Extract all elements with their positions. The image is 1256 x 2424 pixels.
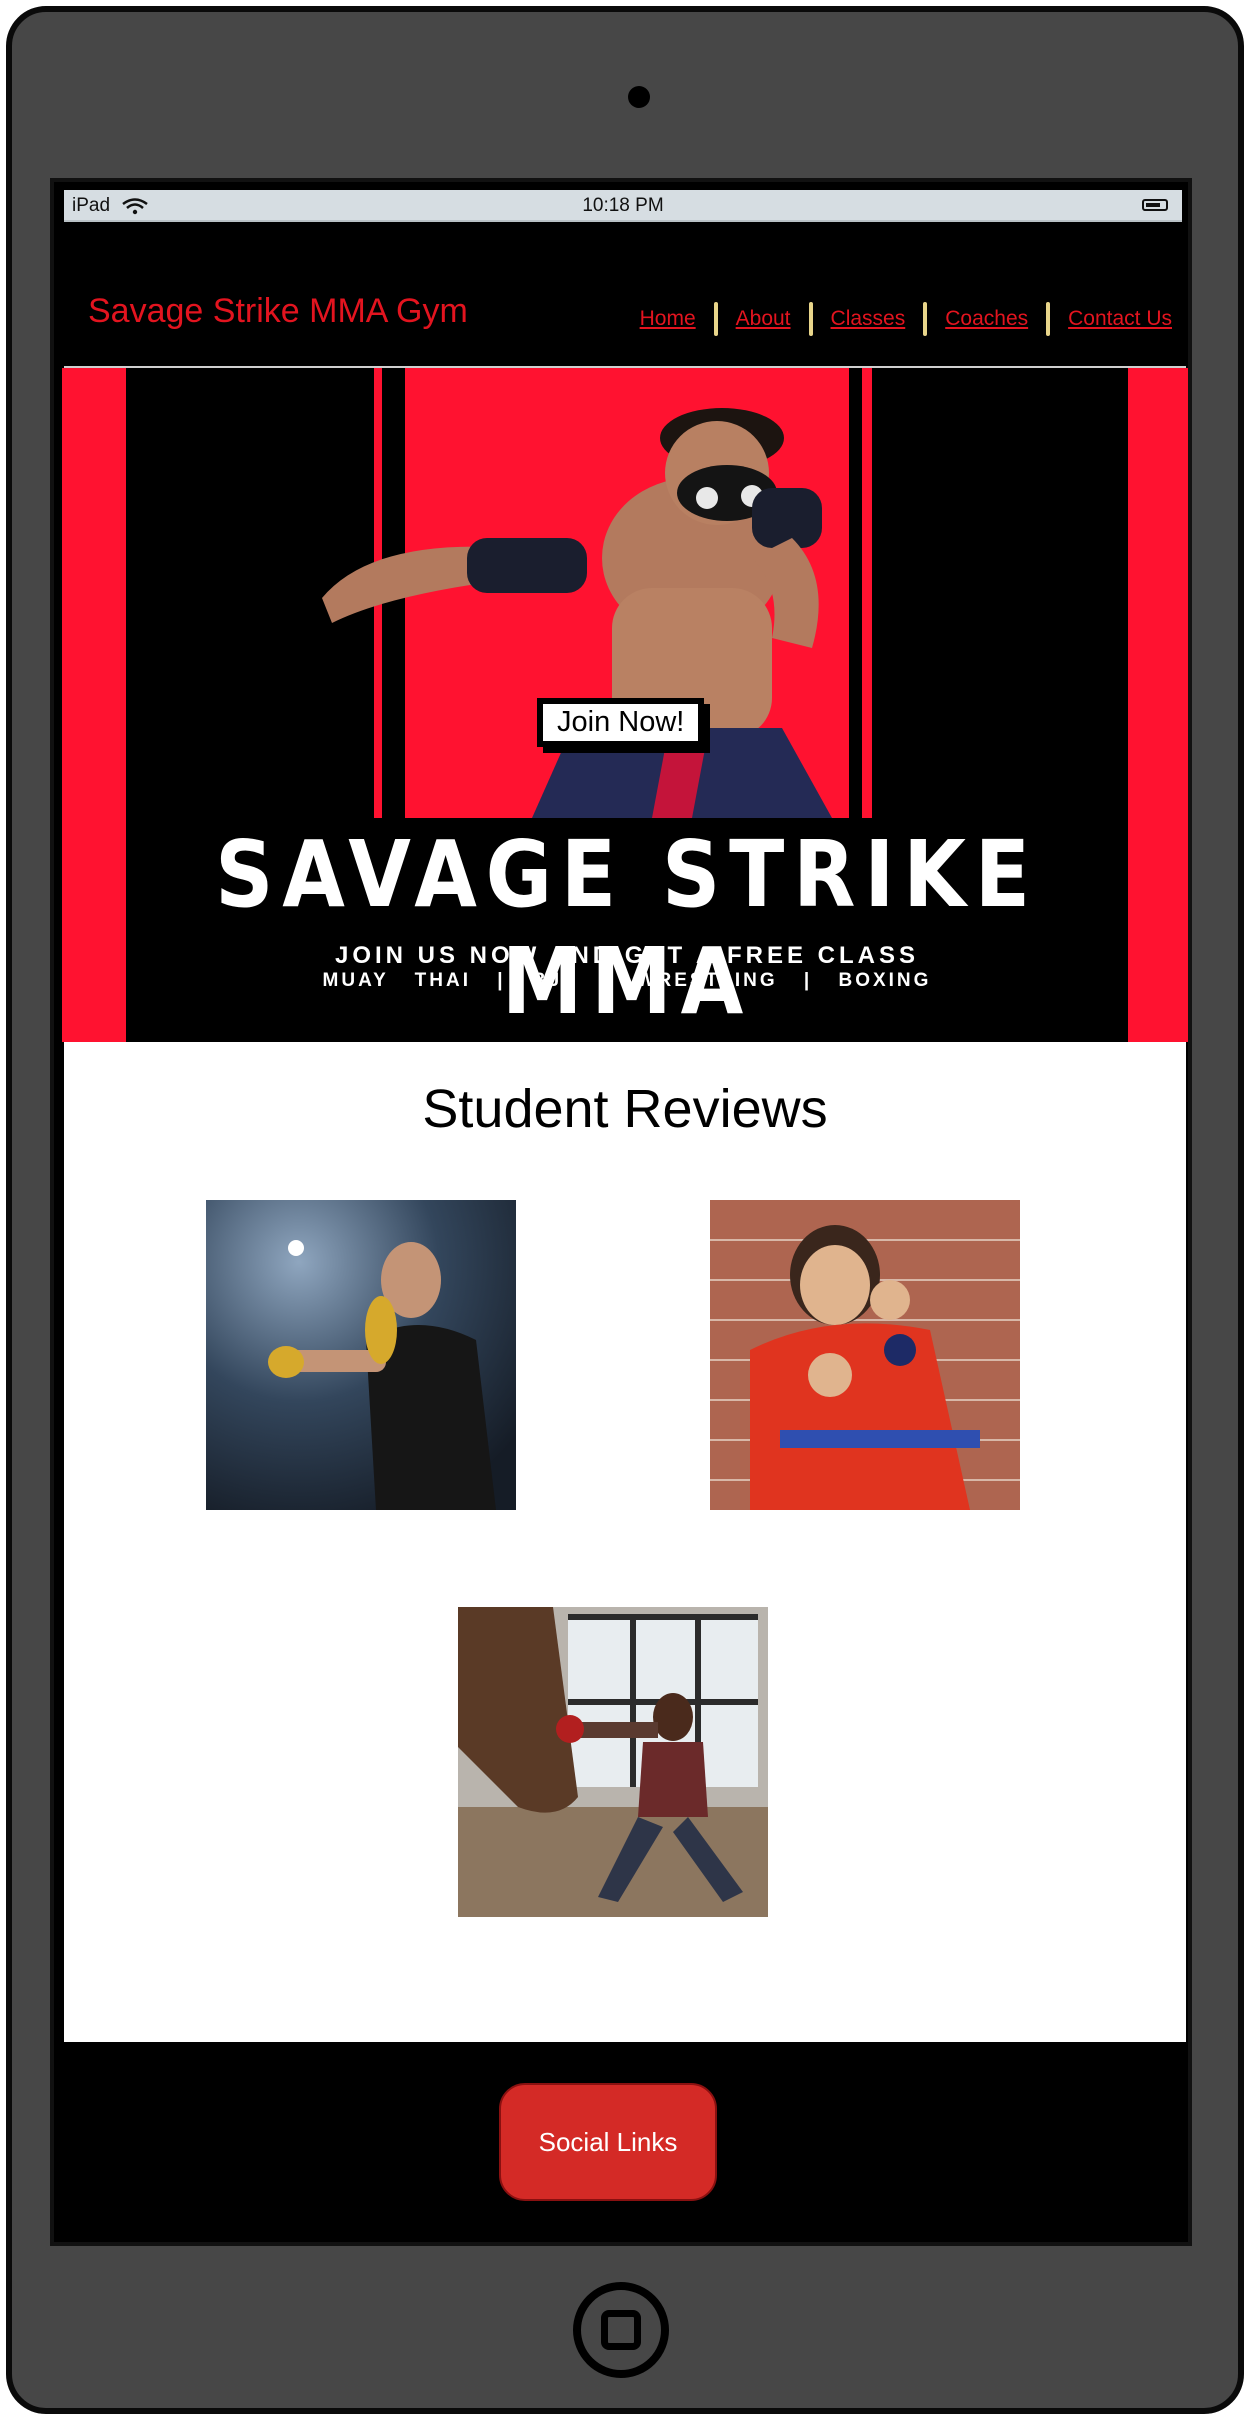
woman-heavy-bag-photo — [458, 1607, 768, 1917]
status-time: 10:18 PM — [582, 195, 664, 216]
review-photo-kid[interactable] — [710, 1200, 1020, 1510]
screen: iPad 10:18 PM Savage Strike MMA Gym Home… — [50, 178, 1192, 2246]
kid-karate-photo — [710, 1200, 1020, 1510]
hero-title: SAVAGE STRIKE MMA — [215, 821, 1039, 1035]
nav-coaches[interactable]: Coaches — [927, 307, 1046, 331]
fighter-illustration — [322, 408, 832, 818]
hero-subtitle: JOIN US NOW AND GET A FREE CLASS — [334, 942, 920, 969]
main-nav: Home About Classes Coaches Contact Us — [640, 302, 1172, 336]
nav-about[interactable]: About — [718, 307, 809, 331]
site-title[interactable]: Savage Strike MMA Gym — [88, 292, 468, 331]
reviews-title: Student Reviews — [422, 1079, 828, 1139]
social-links-button[interactable]: Social Links — [499, 2083, 717, 2201]
join-now-button[interactable]: Join Now! — [537, 698, 705, 747]
hero-class-tags: MUAY THAI | BJJ | WRESTLING | BOXING — [322, 970, 932, 991]
review-photo-boxer[interactable] — [206, 1200, 516, 1510]
status-bar: iPad 10:18 PM — [64, 190, 1182, 222]
nav-classes[interactable]: Classes — [813, 307, 924, 331]
hero-side-stripe-left — [62, 368, 126, 1042]
hero-banner: Join Now! SAVAGE STRIKE MMA JOIN US NOW … — [62, 368, 1188, 1042]
home-square-icon — [601, 2310, 641, 2350]
footer: Social Links — [64, 2042, 1186, 2242]
review-photo-bag[interactable] — [458, 1607, 768, 1917]
battery-icon — [1142, 199, 1168, 211]
nav-home[interactable]: Home — [640, 307, 714, 331]
hero-side-stripe-right — [1128, 368, 1188, 1042]
student-reviews-section: Student Reviews — [64, 1042, 1186, 2042]
boxer-smoke-photo — [206, 1200, 516, 1510]
camera-icon — [628, 86, 650, 108]
home-button[interactable] — [573, 2282, 669, 2378]
nav-contact-us[interactable]: Contact Us — [1050, 307, 1172, 331]
